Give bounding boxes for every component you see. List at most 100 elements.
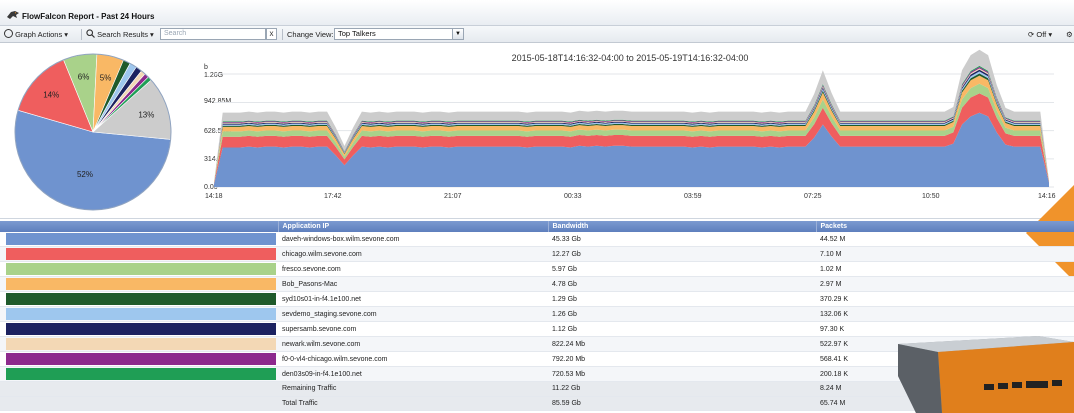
bandwidth-cell: 85.59 Gb [548, 396, 816, 412]
traffic-chart-panel: 52% 14% 6% 5% 13% 2015-05-18T14:16:32-04:00 … [0, 44, 1074, 281]
y-axis-unit: b [204, 64, 208, 71]
table-row[interactable]: daveh-windows-box.wilm.sevone.com 45.33 G… [0, 232, 1074, 248]
network-appliance-image [898, 336, 1074, 413]
traffic-area-chart [214, 49, 1054, 188]
series-color-bar [6, 293, 276, 306]
bandwidth-cell: 4.78 Gb [548, 276, 816, 293]
flowfalcon-logo-icon [7, 11, 19, 19]
series-swatch [0, 276, 278, 293]
bandwidth-cell: 45.33 Gb [548, 232, 816, 248]
table-row[interactable]: syd10s01-in-f4.1e100.net 1.29 Gb 370.29 K [0, 291, 1074, 308]
toolbar-separator [81, 29, 82, 40]
application-ip-cell: fresco.sevone.com [278, 261, 548, 278]
bandwidth-cell: 792.20 Mb [548, 351, 816, 368]
chevron-down-icon: ▾ [64, 30, 69, 39]
column-header-bandwidth[interactable]: Bandwidth [548, 221, 817, 232]
window-title: FlowFalcon Report - Past 24 Hours [22, 12, 155, 21]
refresh-menu[interactable]: ⟳ Off ▾ [1028, 28, 1052, 41]
bandwidth-cell: 1.29 Gb [548, 291, 816, 308]
series-color-bar [6, 263, 276, 276]
x-tick-label: 07:25 [804, 193, 822, 200]
packets-cell: 132.06 K [816, 306, 1074, 323]
series-swatch [0, 232, 278, 248]
bandwidth-cell: 720.53 Mb [548, 366, 816, 383]
refresh-icon: ⟳ [1028, 30, 1035, 39]
bandwidth-cell: 1.12 Gb [548, 321, 816, 338]
application-ip-cell: syd10s01-in-f4.1e100.net [278, 291, 548, 308]
window-titlebar: FlowFalcon Report - Past 24 Hours [0, 0, 1074, 26]
search-icon [86, 29, 95, 38]
column-header-packets[interactable]: Packets [816, 221, 1074, 232]
chevron-down-icon: ▼ [452, 29, 463, 39]
bandwidth-cell: 1.26 Gb [548, 306, 816, 323]
series-color-bar [6, 278, 276, 291]
packets-cell: 97.30 K [816, 321, 1074, 338]
report-toolbar: Graph Actions ▾ Search Results ▾ Search … [0, 26, 1074, 43]
graph-actions-icon [4, 29, 13, 38]
packets-cell: 1.02 M [816, 261, 1074, 278]
packets-cell: 2.97 M [816, 276, 1074, 293]
change-view-select[interactable]: Top Talkers ▼ [334, 28, 464, 40]
table-row[interactable]: supersamb.sevone.com 1.12 Gb 97.30 K [0, 321, 1074, 338]
series-color-bar [6, 308, 276, 321]
empty-cell [0, 396, 278, 412]
graph-actions-menu[interactable]: Graph Actions ▾ [4, 28, 68, 41]
series-color-bar [6, 338, 276, 351]
graph-actions-label: Graph Actions [15, 30, 63, 39]
pie-percent-label: 5% [100, 73, 112, 82]
clear-search-button[interactable]: x [266, 28, 277, 40]
table-row[interactable]: chicago.wilm.sevone.com 12.27 Gb 7.10 M [0, 246, 1074, 263]
column-header-color [0, 221, 279, 232]
series-swatch [0, 351, 278, 368]
refresh-label: Off [1036, 30, 1047, 39]
x-tick-label: 14:18 [205, 193, 223, 200]
series-color-bar [6, 248, 276, 261]
application-ip-cell: f0-0-vl4-chicago.wilm.sevone.com [278, 351, 548, 368]
pie-percent-label: 6% [78, 73, 90, 82]
x-tick-label: 17:42 [324, 193, 342, 200]
series-swatch [0, 336, 278, 353]
application-ip-cell: supersamb.sevone.com [278, 321, 548, 338]
table-row[interactable]: sevdemo_staging.sevone.com 1.26 Gb 132.06 … [0, 306, 1074, 323]
bandwidth-cell: 822.24 Mb [548, 336, 816, 353]
pie-percent-label: 13% [138, 111, 154, 120]
application-ip-cell: den03s09-in-f4.1e100.net [278, 366, 548, 383]
bandwidth-cell: 12.27 Gb [548, 246, 816, 263]
empty-cell [0, 381, 278, 397]
chevron-down-icon: ▾ [150, 30, 154, 39]
x-tick-label: 03:59 [684, 193, 702, 200]
table-header-row: Application IP Bandwidth Packets [0, 221, 1074, 232]
packets-cell: 7.10 M [816, 246, 1074, 263]
application-ip-cell: chicago.wilm.sevone.com [278, 246, 548, 263]
change-view-value: Top Talkers [338, 29, 376, 38]
summary-label-cell: Remaining Traffic [278, 381, 548, 397]
pie-percent-label: 14% [43, 90, 59, 99]
series-swatch [0, 291, 278, 308]
x-tick-label: 10:50 [922, 193, 940, 200]
series-color-bar [6, 353, 276, 366]
traffic-pie-chart: 52% 14% 6% 5% 13% [14, 53, 172, 211]
x-tick-label: 00:33 [564, 193, 582, 200]
search-results-menu[interactable]: Search Results ▾ [86, 28, 154, 41]
pie-percent-label: 52% [77, 170, 93, 179]
bandwidth-cell: 5.97 Gb [548, 261, 816, 278]
series-swatch [0, 261, 278, 278]
application-ip-cell: newark.wilm.sevone.com [278, 336, 548, 353]
toolbar-separator [282, 29, 283, 40]
series-swatch [0, 366, 278, 383]
chevron-down-icon: ▾ [1048, 30, 1053, 39]
table-row[interactable]: fresco.sevone.com 5.97 Gb 1.02 M [0, 261, 1074, 278]
table-row[interactable]: Bob_Pasons-Mac 4.78 Gb 2.97 M [0, 276, 1074, 293]
x-tick-label: 21:07 [444, 193, 462, 200]
summary-label-cell: Total Traffic [278, 396, 548, 412]
bandwidth-cell: 11.22 Gb [548, 381, 816, 397]
packets-cell: 370.29 K [816, 291, 1074, 308]
application-ip-cell: daveh-windows-box.wilm.sevone.com [278, 232, 548, 248]
search-input[interactable]: Search [160, 28, 266, 40]
column-header-application-ip[interactable]: Application IP [278, 221, 549, 232]
settings-gear-icon[interactable]: ⚙ [1066, 28, 1073, 41]
series-color-bar [6, 233, 276, 246]
series-swatch [0, 246, 278, 263]
change-view-label: Change View: [287, 30, 334, 39]
series-color-bar [6, 323, 276, 336]
